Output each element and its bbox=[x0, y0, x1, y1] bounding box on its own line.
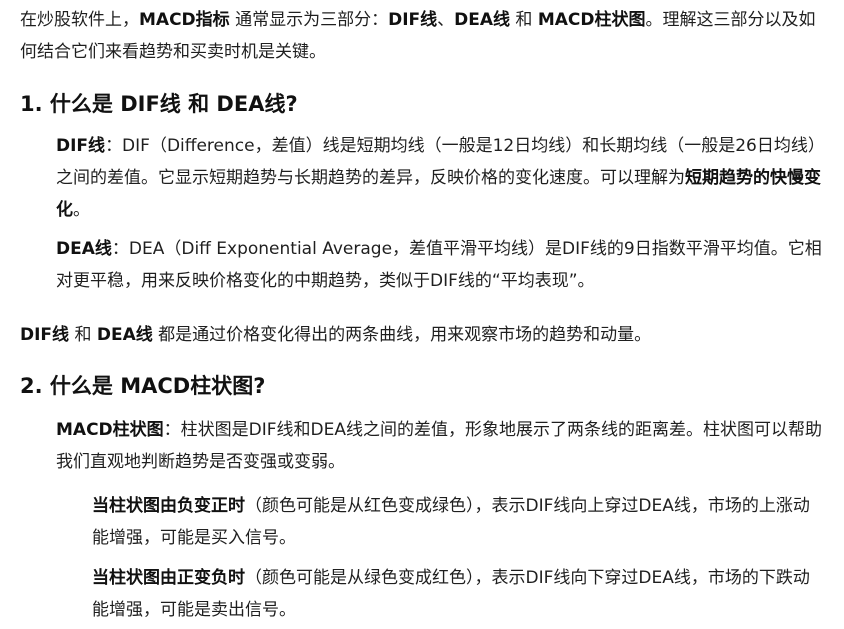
dif-end: 。 bbox=[73, 200, 90, 220]
intro-text-2: 通常显示为三部分： bbox=[229, 10, 389, 30]
dea-definition: DEA线：DEA（Diff Exponential Average，差值平滑平均… bbox=[56, 233, 826, 297]
article: 在炒股软件上，MACD指标 通常显示为三部分：DIF线、DEA线 和 MACD柱… bbox=[0, 0, 844, 629]
summary-bold-dif: DIF线 bbox=[20, 325, 70, 345]
summary-text-2: 都是通过价格变化得出的两条曲线，用来观察市场的趋势和动量。 bbox=[152, 325, 652, 345]
intro-bold-dif: DIF线 bbox=[388, 10, 438, 30]
neg-to-pos-item: 当柱状图由负变正时（颜色可能是从红色变成绿色），表示DIF线向上穿过DEA线，市… bbox=[92, 490, 822, 554]
macd-label: MACD柱状图 bbox=[56, 420, 164, 440]
summary-text-1: 和 bbox=[69, 325, 97, 345]
intro-bold-histogram: MACD柱状图 bbox=[537, 10, 646, 30]
intro-bold-macd: MACD指标 bbox=[139, 10, 230, 30]
intro-bold-dea: DEA线 bbox=[454, 10, 511, 30]
intro-text-3: 、 bbox=[437, 10, 455, 30]
neg-to-pos-label: 当柱状图由负变正时 bbox=[92, 496, 245, 516]
pos-to-neg-item: 当柱状图由正变负时（颜色可能是从绿色变成红色），表示DIF线向下穿过DEA线，市… bbox=[92, 562, 822, 626]
pos-to-neg-label: 当柱状图由正变负时 bbox=[92, 568, 245, 588]
intro-paragraph: 在炒股软件上，MACD指标 通常显示为三部分：DIF线、DEA线 和 MACD柱… bbox=[20, 4, 820, 68]
macd-text: ：柱状图是DIF线和DEA线之间的差值，形象地展示了两条线的距离差。柱状图可以帮… bbox=[56, 420, 823, 472]
dea-text: ：DEA（Diff Exponential Average，差值平滑平均线）是D… bbox=[56, 239, 822, 291]
dif-definition: DIF线：DIF（Difference，差值）线是短期均线（一般是12日均线）和… bbox=[56, 130, 826, 226]
lines-summary: DIF线 和 DEA线 都是通过价格变化得出的两条曲线，用来观察市场的趋势和动量… bbox=[20, 319, 830, 351]
dea-label: DEA线 bbox=[56, 239, 112, 259]
intro-text-1: 在炒股软件上， bbox=[20, 10, 139, 30]
macd-definition: MACD柱状图：柱状图是DIF线和DEA线之间的差值，形象地展示了两条线的距离差… bbox=[56, 414, 826, 478]
dif-label: DIF线 bbox=[56, 136, 106, 156]
section-1-heading: 1. 什么是 DIF线 和 DEA线? bbox=[20, 92, 298, 116]
summary-bold-dea: DEA线 bbox=[96, 325, 153, 345]
intro-text-4: 和 bbox=[510, 10, 538, 30]
section-2-heading: 2. 什么是 MACD柱状图? bbox=[20, 374, 266, 398]
